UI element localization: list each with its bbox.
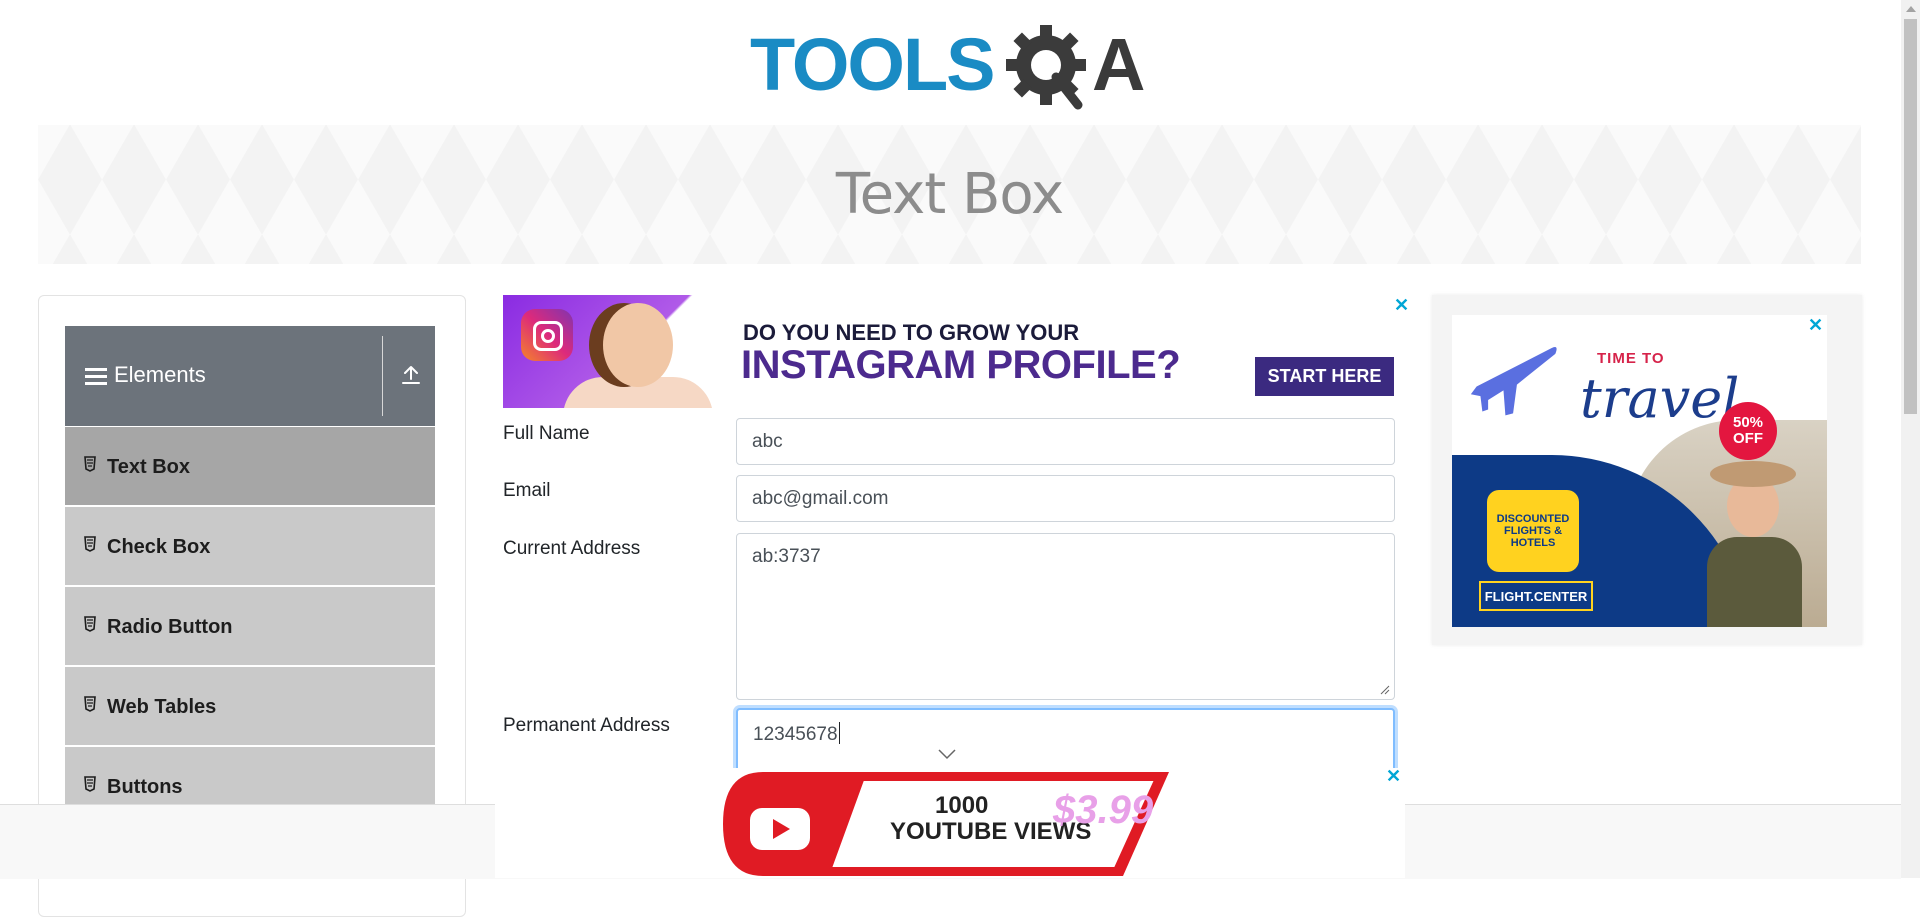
permanent-address-value: 12345678 [753,724,838,745]
ad-views-count: 1000 [935,792,989,819]
scrollbar-thumb[interactable] [1904,19,1917,414]
document-icon [84,536,96,552]
scroll-up-arrow-icon[interactable] [1906,6,1916,12]
sidebar-item-label: Buttons [107,776,183,798]
gear-icon [1006,25,1086,110]
ad-brand: FLIGHT.CENTER [1479,581,1593,611]
ad-price: $3.99 [1053,788,1154,832]
instagram-ad-banner[interactable]: DO YOU NEED TO GROW YOUR INSTAGRAM PROFI… [503,295,1396,408]
header-divider [382,336,383,416]
logo-text-a: A [1092,23,1145,106]
youtube-icon [750,808,810,850]
sidebar-item-check-box[interactable]: Check Box [65,507,435,587]
logo-text-tools: TOOLS [750,23,994,106]
sidebar-group-elements[interactable]: Elements [65,326,435,426]
ad-photo [503,295,729,408]
airplane-icon [1470,347,1557,416]
vertical-scrollbar[interactable] [1901,0,1920,878]
email-label: Email [503,480,551,501]
document-icon [84,456,96,472]
current-address-label: Current Address [503,538,641,559]
sidebar-item-web-tables[interactable]: Web Tables [65,667,435,747]
sidebar-item-label: Text Box [107,456,190,478]
full-name-label: Full Name [503,423,590,444]
text-cursor [838,722,840,744]
ad-start-here-button[interactable]: START HERE [1255,357,1394,396]
current-address-textarea[interactable]: ab:3737 [736,533,1395,700]
badge-percent: 50% [1732,414,1764,431]
page-banner: Text Box [38,125,1861,264]
hamburger-icon [85,368,107,389]
ad-speech-bubble: DISCOUNTED FLIGHTS & HOTELS [1487,490,1579,572]
travel-ad-image: TIME TO travel 50% OFF DISCOUNTED FLIGHT… [1452,315,1827,627]
toolsqa-logo[interactable]: TOOLS A [750,18,1156,113]
close-icon[interactable]: ✕ [1394,296,1409,314]
resize-grip-icon[interactable] [1380,685,1390,695]
document-icon [84,776,96,792]
ad-time-to-text: TIME TO [1597,350,1665,367]
full-name-input[interactable] [736,418,1395,465]
sidebar-item-label: Radio Button [107,616,233,638]
permanent-address-label: Permanent Address [503,715,670,736]
collapse-up-icon[interactable] [399,362,423,386]
badge-off: OFF [1733,430,1763,447]
sidebar-item-label: Check Box [107,536,211,558]
ad-traveler-body [1707,537,1802,627]
discount-badge: 50% OFF [1719,402,1777,460]
chevron-down-icon[interactable] [938,748,956,760]
sidebar-group-title: Elements [114,362,206,387]
travel-ad[interactable]: TIME TO travel 50% OFF DISCOUNTED FLIGHT… [1432,295,1862,645]
document-icon [84,616,96,632]
ad-travel-text: travel [1580,367,1740,430]
ad-person-face [603,303,673,387]
email-input[interactable] [736,475,1395,522]
document-icon [84,696,96,712]
sidebar-menu: Text Box Check Box Radio Button Web Tabl… [65,427,435,827]
close-icon[interactable]: ✕ [1386,767,1401,785]
ad-traveler-hat [1710,461,1796,487]
close-icon[interactable]: ✕ [1808,316,1823,334]
sidebar-item-radio-button[interactable]: Radio Button [65,587,435,667]
instagram-icon [521,309,573,361]
sidebar-item-text-box[interactable]: Text Box [65,427,435,507]
youtube-views-ad[interactable]: 1000 YOUTUBE VIEWS $3.99 [495,768,1405,878]
ad-subheadline: INSTAGRAM PROFILE? [741,343,1181,387]
current-address-value: ab:3737 [752,546,821,567]
page-title: Text Box [835,162,1064,227]
sidebar-item-label: Web Tables [107,696,217,718]
